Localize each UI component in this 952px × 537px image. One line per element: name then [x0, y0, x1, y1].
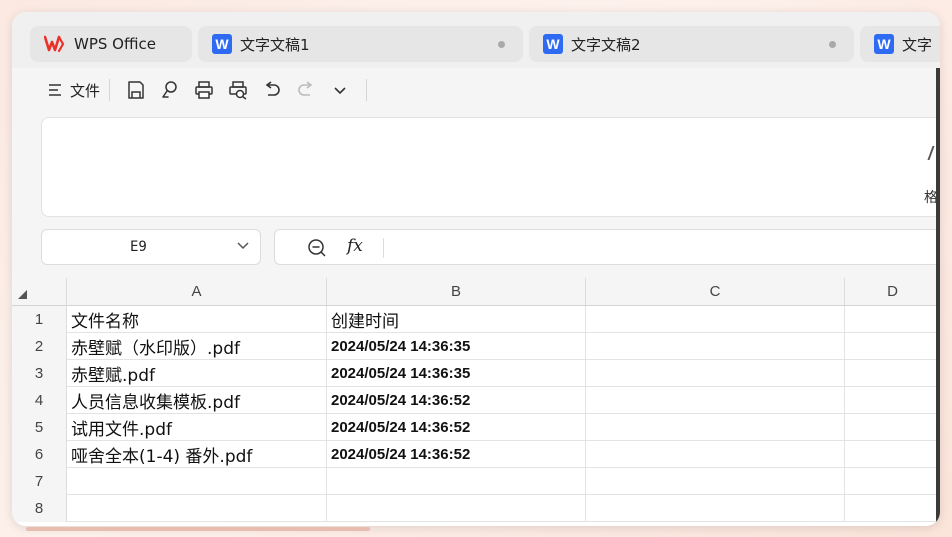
- tab-document-3[interactable]: W 文字: [860, 26, 940, 62]
- grid-cell[interactable]: [845, 414, 940, 441]
- formula-bar: E9 fx: [12, 228, 940, 278]
- save-icon: [128, 81, 144, 99]
- grid-cell[interactable]: 文件名称: [67, 306, 327, 333]
- grid-cell[interactable]: [586, 387, 845, 414]
- grid-cell[interactable]: 2024/05/24 14:36:35: [327, 360, 586, 387]
- undo-button[interactable]: [260, 78, 284, 102]
- wps-window: WPS Office W 文字文稿1 W 文字文稿2 W 文字 文件 格 E9 …: [12, 12, 940, 526]
- grid-cell[interactable]: [586, 495, 845, 522]
- tab-document-1[interactable]: W 文字文稿1: [198, 26, 523, 62]
- column-header-a[interactable]: A: [67, 278, 327, 306]
- grid-cell[interactable]: [845, 333, 940, 360]
- row-header[interactable]: 4: [12, 387, 67, 414]
- redo-button[interactable]: [294, 78, 318, 102]
- undo-icon: [265, 81, 280, 96]
- cell-reference: E9: [130, 239, 147, 255]
- unsaved-dot-icon[interactable]: [829, 41, 836, 48]
- print-icon: [195, 81, 213, 99]
- tab-label: 文字文稿1: [240, 35, 310, 54]
- print-preview-button[interactable]: [226, 78, 250, 102]
- tab-label: 文字: [902, 35, 933, 54]
- grid-cell[interactable]: [586, 468, 845, 495]
- row-header[interactable]: 3: [12, 360, 67, 387]
- print-button[interactable]: [192, 78, 216, 102]
- save-as-icon: [162, 81, 177, 98]
- save-as-button[interactable]: [158, 78, 182, 102]
- zoom-out-icon[interactable]: [307, 238, 327, 258]
- grid-cell[interactable]: 2024/05/24 14:36:52: [327, 441, 586, 468]
- unsaved-dot-icon[interactable]: [498, 41, 505, 48]
- chevron-down-icon[interactable]: [236, 238, 250, 252]
- row-header[interactable]: 8: [12, 495, 67, 522]
- file-menu-button[interactable]: 文件: [48, 75, 100, 105]
- grid-cell[interactable]: 哑舍全本(1-4) 番外.pdf: [67, 441, 327, 468]
- file-menu-label: 文件: [70, 81, 101, 100]
- more-chevron-icon: [334, 87, 346, 95]
- tab-bar: WPS Office W 文字文稿1 W 文字文稿2 W 文字: [12, 12, 940, 68]
- spreadsheet-grid: A B C D 1 文件名称 创建时间 2 赤壁赋（水印版）.pdf 2024/05/24…: [12, 278, 940, 526]
- grid-cell[interactable]: 赤壁赋（水印版）.pdf: [67, 333, 327, 360]
- wps-logo-icon: [44, 35, 65, 53]
- formula-input-box[interactable]: fx: [274, 229, 940, 265]
- menu-icon: [49, 84, 61, 96]
- grid-cell[interactable]: 试用文件.pdf: [67, 414, 327, 441]
- row-header[interactable]: 1: [12, 306, 67, 333]
- grid-cell[interactable]: 2024/05/24 14:36:35: [327, 333, 586, 360]
- tab-document-2[interactable]: W 文字文稿2: [529, 26, 854, 62]
- grid-cell[interactable]: [845, 441, 940, 468]
- writer-w-icon: W: [212, 34, 232, 54]
- fx-icon[interactable]: fx: [347, 236, 363, 256]
- grid-cell[interactable]: [67, 495, 327, 522]
- row-header[interactable]: 2: [12, 333, 67, 360]
- grid-cell[interactable]: 创建时间: [327, 306, 586, 333]
- column-header-c[interactable]: C: [586, 278, 845, 306]
- grid-cell[interactable]: [327, 468, 586, 495]
- grid-cell[interactable]: 2024/05/24 14:36:52: [327, 387, 586, 414]
- quick-access-toolbar: 文件: [12, 68, 940, 112]
- ribbon-area: 格: [12, 112, 940, 228]
- print-preview-icon: [229, 81, 247, 100]
- save-button[interactable]: [124, 78, 148, 102]
- grid-cell[interactable]: [586, 360, 845, 387]
- tab-label: 文字文稿2: [571, 35, 641, 54]
- tab-label: WPS Office: [74, 35, 156, 53]
- grid-cell[interactable]: [586, 306, 845, 333]
- grid-cell[interactable]: [845, 360, 940, 387]
- row-header[interactable]: 5: [12, 414, 67, 441]
- row-header[interactable]: 6: [12, 441, 67, 468]
- grid-cell[interactable]: [327, 495, 586, 522]
- ribbon-panel: 格: [41, 117, 940, 217]
- column-header-b[interactable]: B: [327, 278, 586, 306]
- row-header[interactable]: 7: [12, 468, 67, 495]
- grid-cell[interactable]: [845, 468, 940, 495]
- toolbar-divider: [366, 79, 368, 101]
- writer-w-icon: W: [874, 34, 894, 54]
- writer-w-icon: W: [543, 34, 563, 54]
- horizontal-scrollbar[interactable]: [26, 527, 370, 531]
- column-header-d[interactable]: D: [845, 278, 940, 306]
- redo-icon: [298, 81, 313, 96]
- grid-cell[interactable]: [845, 306, 940, 333]
- grid-cell[interactable]: 2024/05/24 14:36:52: [327, 414, 586, 441]
- grid-cell[interactable]: [586, 333, 845, 360]
- more-button[interactable]: [328, 78, 352, 102]
- grid-cell[interactable]: [67, 468, 327, 495]
- tab-wps-office[interactable]: WPS Office: [30, 26, 192, 62]
- window-right-edge: [936, 68, 940, 526]
- grid-cell[interactable]: [845, 495, 940, 522]
- grid-cell[interactable]: 赤壁赋.pdf: [67, 360, 327, 387]
- formula-divider: [383, 238, 384, 258]
- grid-cell[interactable]: [586, 441, 845, 468]
- toolbar-divider: [109, 79, 111, 101]
- grid-cell[interactable]: 人员信息收集模板.pdf: [67, 387, 327, 414]
- grid-cell[interactable]: [845, 387, 940, 414]
- cell-name-box[interactable]: E9: [41, 229, 261, 265]
- select-all-corner[interactable]: [12, 278, 67, 306]
- select-all-icon: [18, 290, 27, 299]
- grid-cell[interactable]: [586, 414, 845, 441]
